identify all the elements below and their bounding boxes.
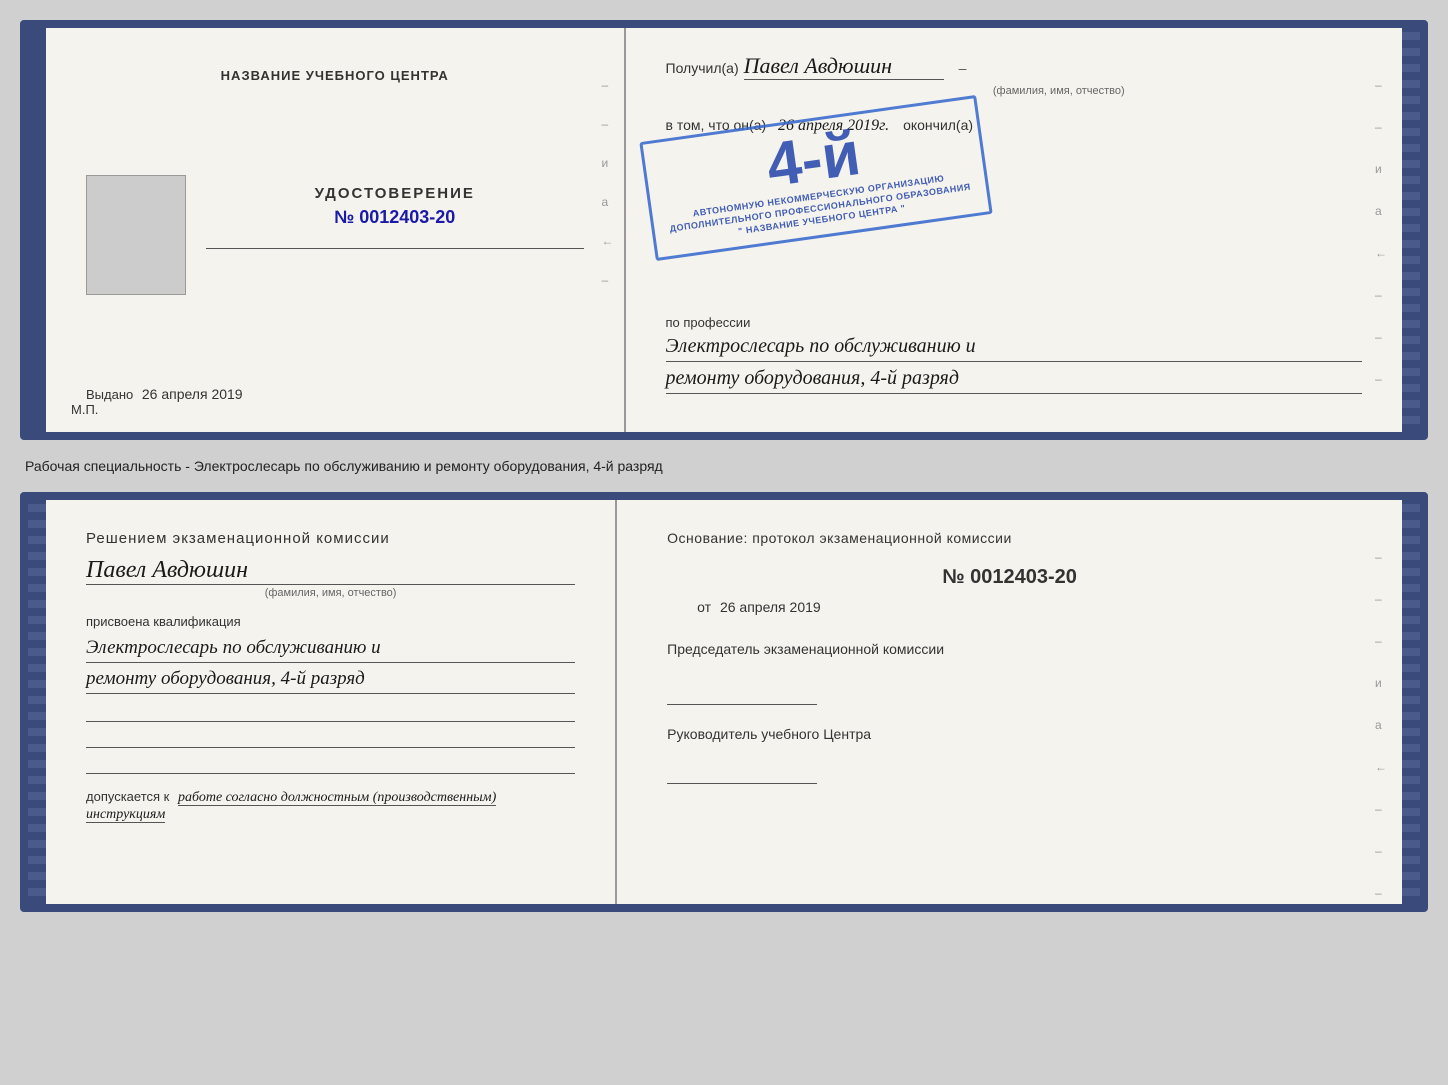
name-hint-top: (фамилия, имя, отчество): [756, 85, 1363, 97]
page-wrapper: НАЗВАНИЕ УЧЕБНОГО ЦЕНТРА УДОСТОВЕРЕНИЕ №…: [20, 20, 1428, 912]
chairman-signature-line: [667, 685, 817, 705]
dash-6: –: [602, 273, 614, 287]
basis-title: Основание: протокол экзаменационной коми…: [667, 530, 1352, 546]
r-dash-8: –: [1375, 372, 1387, 386]
blank-lines: [86, 704, 575, 774]
issued-label: Выдано: [86, 387, 133, 402]
r-dash-1: –: [1375, 78, 1387, 92]
received-line: Получил(а) Павел Авдюшин –: [666, 53, 1363, 80]
br-dash-2: –: [1375, 592, 1387, 606]
profession-line1: Электрослесарь по обслуживанию и: [666, 335, 1363, 362]
qualification-line2: ремонту оборудования, 4-й разряд: [86, 668, 575, 694]
bottom-name-hint: (фамилия, имя, отчество): [86, 587, 575, 599]
bottom-person-name: Павел Авдюшин: [86, 557, 575, 585]
commission-title: Решением экзаменационной комиссии: [86, 530, 575, 547]
br-dash-9: –: [1375, 886, 1387, 900]
blank-line-2: [86, 730, 575, 748]
dash-4: а: [602, 195, 614, 209]
bottom-right-panel: Основание: протокол экзаменационной коми…: [617, 500, 1402, 904]
dash-5: ←: [602, 234, 614, 248]
bottom-left-spine: [28, 500, 46, 904]
bottom-right-spine: [1402, 500, 1420, 904]
r-dash-2: –: [1375, 120, 1387, 134]
top-document: НАЗВАНИЕ УЧЕБНОГО ЦЕНТРА УДОСТОВЕРЕНИЕ №…: [20, 20, 1428, 440]
br-dash-5: а: [1375, 718, 1387, 732]
br-dash-8: –: [1375, 844, 1387, 858]
issued-date: 26 апреля 2019: [142, 386, 243, 402]
director-signature-line: [667, 764, 817, 784]
right-side-decorations: – – и а ← – – –: [1375, 78, 1387, 386]
left-side-decorations: – – и а ← –: [602, 78, 614, 287]
r-dash-6: –: [1375, 288, 1387, 302]
certificate-right-panel: Получил(а) Павел Авдюшин – (фамилия, имя…: [626, 28, 1403, 432]
blank-line-1: [86, 704, 575, 722]
chairman-label: Председатель экзаменационной комиссии: [667, 640, 1352, 660]
director-label: Руководитель учебного Центра: [667, 725, 1352, 745]
bottom-left-panel: Решением экзаменационной комиссии Павел …: [46, 500, 617, 904]
assigned-label: присвоена квалификация: [86, 614, 575, 629]
dash-2: –: [602, 117, 614, 131]
profession-label: по профессии: [666, 315, 1363, 330]
certificate-number: № 0012403-20: [206, 207, 584, 228]
protocol-number: № 0012403-20: [667, 566, 1352, 589]
profession-line2: ремонту оборудования, 4-й разряд: [666, 367, 1363, 394]
profession-section: по профессии Электрослесарь по обслужива…: [666, 315, 1363, 394]
right-spine: [1402, 28, 1420, 432]
certificate-left-panel: НАЗВАНИЕ УЧЕБНОГО ЦЕНТРА УДОСТОВЕРЕНИЕ №…: [46, 28, 626, 432]
r-dash-4: а: [1375, 204, 1387, 218]
training-center-title: НАЗВАНИЕ УЧЕБНОГО ЦЕНТРА: [221, 68, 449, 83]
blank-line-3: [86, 756, 575, 774]
mp-label: М.П.: [71, 402, 98, 417]
allowed-label: допускается к: [86, 789, 169, 804]
r-dash-3: и: [1375, 162, 1387, 176]
certificate-label: УДОСТОВЕРЕНИЕ: [206, 185, 584, 202]
br-dash-1: –: [1375, 550, 1387, 564]
dash-3: и: [602, 156, 614, 170]
bottom-right-decorations: – – – и а ← – – –: [1375, 550, 1387, 900]
br-dash-7: –: [1375, 802, 1387, 816]
r-dash-5: ←: [1375, 246, 1387, 260]
r-dash-7: –: [1375, 330, 1387, 344]
br-dash-6: ←: [1375, 760, 1387, 774]
allowed-section: допускается к работе согласно должностны…: [86, 789, 575, 823]
br-dash-3: –: [1375, 634, 1387, 648]
received-label: Получил(а): [666, 60, 739, 76]
protocol-date-value: 26 апреля 2019: [720, 599, 821, 615]
person-name: Павел Авдюшин: [744, 53, 944, 80]
protocol-date: от 26 апреля 2019: [697, 599, 1352, 615]
br-dash-4: и: [1375, 676, 1387, 690]
left-spine: [28, 28, 46, 432]
dash-1: –: [602, 78, 614, 92]
qualification-line1: Электрослесарь по обслуживанию и: [86, 637, 575, 663]
issued-line: Выдано 26 апреля 2019: [86, 386, 584, 402]
photo-placeholder: [86, 175, 186, 295]
date-prefix: от: [697, 599, 711, 615]
bottom-document: Решением экзаменационной комиссии Павел …: [20, 492, 1428, 912]
middle-text: Рабочая специальность - Электрослесарь п…: [20, 450, 1428, 482]
